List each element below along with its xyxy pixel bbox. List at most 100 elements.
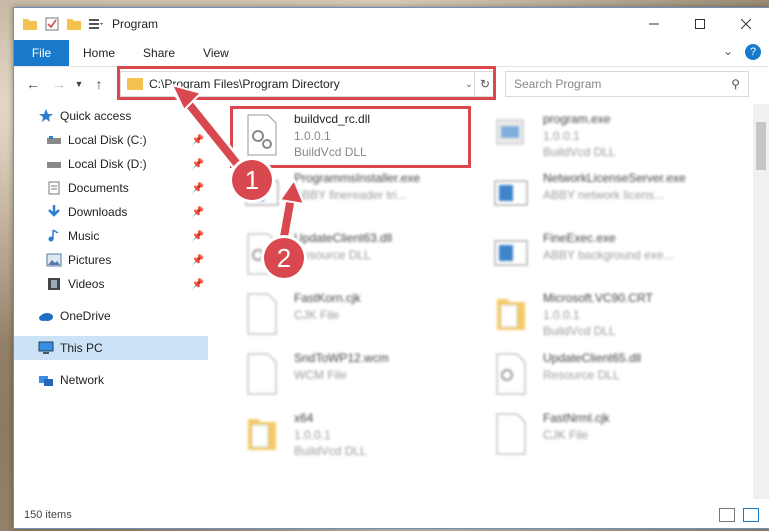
- pin-icon[interactable]: 📌: [192, 159, 204, 170]
- pin-icon[interactable]: 📌: [192, 255, 204, 266]
- sidebar-item-label: This PC: [60, 341, 103, 355]
- sidebar-item-documents[interactable]: Documents 📌: [14, 176, 208, 200]
- sidebar-item-quick-access[interactable]: Quick access: [14, 104, 208, 128]
- back-button[interactable]: ←: [20, 76, 46, 92]
- pin-icon[interactable]: 📌: [192, 279, 204, 290]
- sidebar-item-downloads[interactable]: Downloads 📌: [14, 200, 208, 224]
- details-view-icon[interactable]: [719, 508, 735, 522]
- file-version: 1.0.0.1: [543, 129, 580, 143]
- tab-share[interactable]: Share: [129, 46, 189, 60]
- sidebar-item-label: Downloads: [68, 205, 128, 219]
- file-item-fastkorn-cjk[interactable]: FastKorn.cjk CJK File: [234, 287, 484, 343]
- callout-1: 1: [232, 160, 272, 200]
- window-title: Program: [112, 17, 159, 31]
- expand-ribbon-icon[interactable]: ⌄: [723, 44, 733, 60]
- view-switcher: [719, 508, 759, 522]
- help-icon[interactable]: ?: [745, 44, 761, 60]
- file-description: ABBY finereader tri...: [294, 188, 407, 202]
- sidebar-item-local-disk-c[interactable]: Local Disk (C:) 📌: [14, 128, 208, 152]
- recent-locations-button[interactable]: ▼: [72, 79, 86, 89]
- file-item-updateclient65-dll[interactable]: UpdateClient65.dll Resource DLL: [483, 347, 733, 403]
- pin-icon[interactable]: 📌: [192, 231, 204, 242]
- folder-icon: [248, 419, 276, 450]
- forward-button[interactable]: →: [46, 76, 72, 92]
- file-item-fineexec-exe[interactable]: FineExec.exe ABBY background exe...: [483, 227, 733, 283]
- up-button[interactable]: ↑: [86, 76, 112, 92]
- tab-view[interactable]: View: [189, 46, 243, 60]
- file-item-networklicenseserver-exe[interactable]: NetworkLicenseServer.exe ABBY network li…: [483, 167, 733, 223]
- file-name: x64: [294, 411, 314, 425]
- sidebar-item-pictures[interactable]: Pictures 📌: [14, 248, 208, 272]
- large-icons-view-icon[interactable]: [743, 508, 759, 522]
- sidebar-item-label: Quick access: [60, 109, 132, 123]
- file-description: BuildVcd DLL: [543, 145, 616, 159]
- sidebar-item-onedrive[interactable]: OneDrive: [14, 304, 208, 328]
- maximize-icon: [695, 19, 705, 29]
- status-bar: 150 items: [14, 502, 769, 528]
- file-name: FastNrml.cjk: [543, 411, 610, 425]
- sidebar-item-network[interactable]: Network: [14, 368, 208, 392]
- videos-icon: [48, 278, 60, 290]
- sidebar-item-label: Pictures: [68, 253, 112, 267]
- file-version: 1.0.0.1: [294, 428, 331, 442]
- cloud-icon: [39, 313, 53, 321]
- folder-icon: [497, 299, 525, 330]
- search-icon[interactable]: ⚲: [731, 77, 740, 91]
- new-folder-icon[interactable]: [66, 17, 82, 31]
- ribbon-tabs: File Home Share View ⌄ ?: [14, 40, 769, 67]
- tab-file[interactable]: File: [14, 40, 69, 66]
- sidebar-item-local-disk-d[interactable]: Local Disk (D:) 📌: [14, 152, 208, 176]
- sidebar-item-music[interactable]: Music 📌: [14, 224, 208, 248]
- pin-icon[interactable]: 📌: [192, 135, 204, 146]
- pin-icon[interactable]: 📌: [192, 207, 204, 218]
- title-bar: Program: [14, 8, 769, 40]
- tab-home[interactable]: Home: [69, 46, 129, 60]
- file-name: FastKorn.cjk: [294, 291, 361, 305]
- file-item-microsoft-vc90-crt[interactable]: Microsoft.VC90.CRT 1.0.0.1 BuildVcd DLL: [483, 287, 733, 343]
- file-item-x64[interactable]: x64 1.0.0.1 BuildVcd DLL: [234, 407, 484, 463]
- sidebar-item-label: Local Disk (D:): [68, 157, 147, 171]
- documents-icon: [48, 181, 60, 195]
- navigation-pane: Quick access Local Disk (C:) 📌 Local Dis…: [14, 104, 208, 499]
- minimize-icon: [649, 23, 659, 25]
- arrow-left-icon: ←: [26, 76, 40, 92]
- sidebar-item-this-pc[interactable]: This PC: [14, 336, 208, 360]
- sidebar-item-label: Videos: [68, 277, 105, 291]
- close-button[interactable]: [723, 8, 769, 40]
- file-item-sndtowp12-wcm[interactable]: SndToWP12.wcm WCM File: [234, 347, 484, 403]
- file-icon: [496, 413, 526, 455]
- address-bar-highlight: [117, 66, 496, 100]
- items-count: 150 items: [24, 509, 72, 521]
- scrollbar-thumb[interactable]: [756, 122, 766, 170]
- file-highlight: [230, 106, 471, 168]
- file-item-fastnrml-cjk[interactable]: FastNrml.cjk CJK File: [483, 407, 733, 463]
- file-name: program.exe: [543, 112, 611, 126]
- folder-icon[interactable]: [22, 17, 38, 31]
- pictures-icon: [46, 253, 62, 267]
- file-description: ABBY background exe...: [543, 248, 674, 262]
- exe-icon: [494, 180, 528, 206]
- pin-icon[interactable]: 📌: [192, 183, 204, 194]
- file-name: ProgrammsInstaller.exe: [294, 171, 421, 185]
- file-description: ABBY network licens...: [543, 188, 665, 202]
- exe-icon: [494, 240, 528, 266]
- minimize-button[interactable]: [631, 8, 677, 40]
- customize-icon[interactable]: [88, 17, 104, 31]
- network-icon: [39, 376, 53, 386]
- vertical-scrollbar[interactable]: [753, 104, 769, 499]
- search-input[interactable]: Search Program ⚲: [505, 71, 749, 97]
- quick-access-toolbar: [14, 17, 104, 31]
- arrow-up-icon: ↑: [95, 76, 103, 92]
- properties-icon[interactable]: [44, 17, 60, 31]
- file-item-program-exe[interactable]: program.exe 1.0.0.1 BuildVcd DLL: [483, 108, 733, 164]
- dll-icon: [496, 353, 526, 395]
- file-name: UpdateClient63.dll: [294, 231, 393, 245]
- callout-2: 2: [264, 238, 304, 278]
- exe-icon: [496, 119, 524, 145]
- sidebar-item-videos[interactable]: Videos 📌: [14, 272, 208, 296]
- file-description: BuildVcd DLL: [294, 444, 367, 458]
- maximize-button[interactable]: [677, 8, 723, 40]
- ribbon-right-controls: ⌄ ?: [723, 44, 761, 60]
- file-description: BuildVcd DLL: [543, 324, 616, 338]
- arrow-right-icon: →: [52, 76, 66, 92]
